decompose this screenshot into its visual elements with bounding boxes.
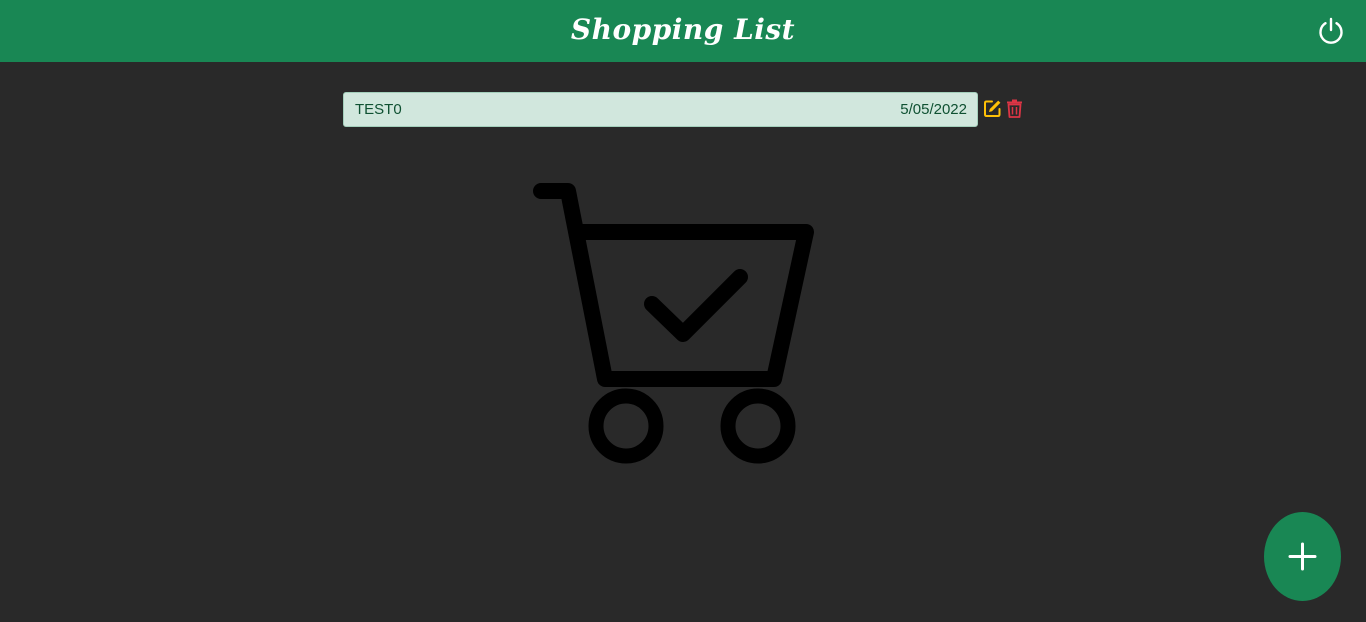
add-list-button[interactable]	[1264, 512, 1341, 601]
plus-icon	[1288, 542, 1317, 571]
list-item-date: 5/05/2022	[900, 101, 967, 118]
power-icon	[1319, 17, 1343, 44]
shopping-cart-check-icon	[528, 178, 820, 470]
logout-button[interactable]	[1316, 16, 1346, 46]
app-header: Shopping List	[0, 0, 1366, 62]
delete-button[interactable]	[1006, 99, 1023, 118]
edit-button[interactable]	[983, 99, 1002, 118]
trash-icon	[1007, 99, 1022, 118]
list-item[interactable]: TEST0 5/05/2022	[343, 92, 978, 127]
edit-icon	[984, 100, 1001, 117]
app-title: Shopping List	[570, 13, 796, 46]
list-item-name: TEST0	[355, 101, 402, 118]
